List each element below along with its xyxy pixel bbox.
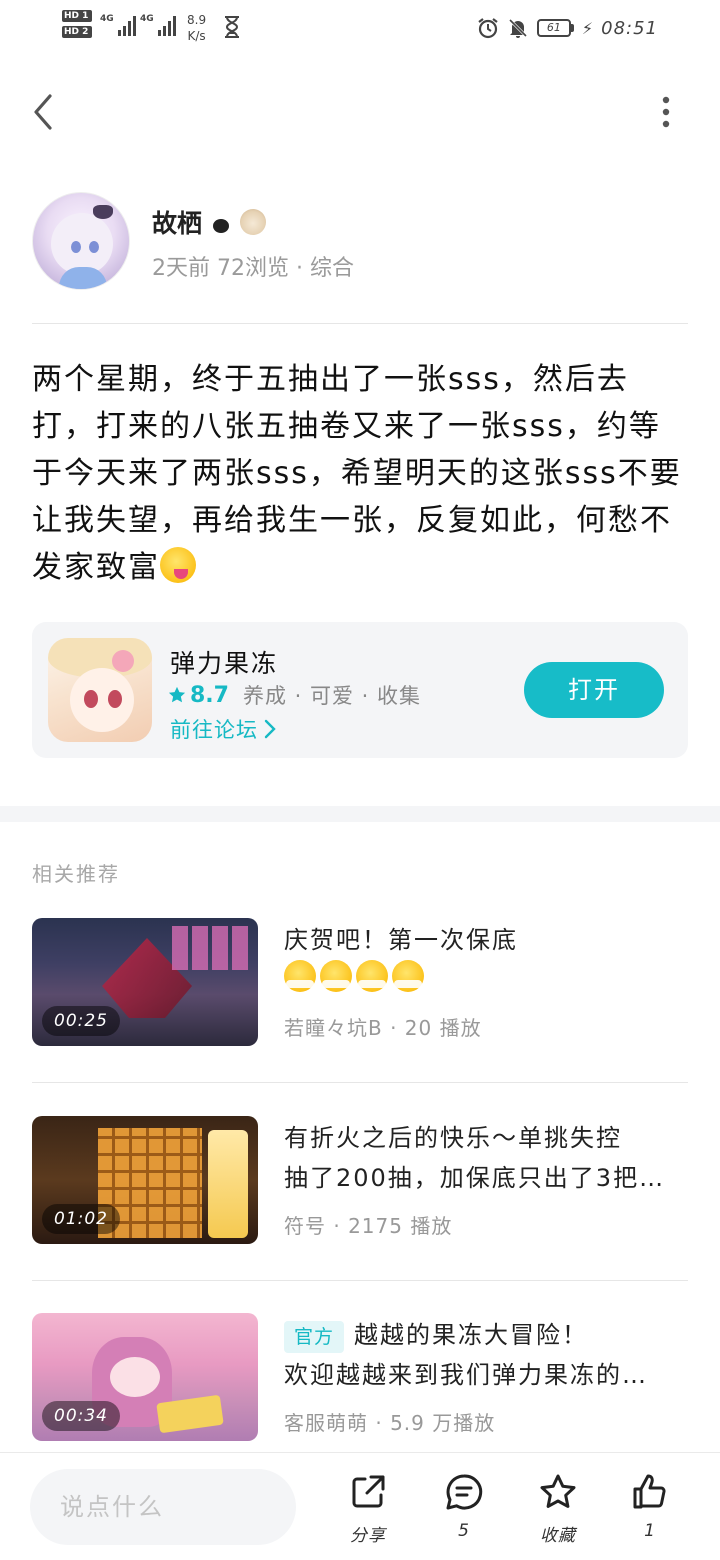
author-name-row[interactable]: 故栖	[152, 204, 267, 240]
hourglass-icon	[225, 16, 239, 38]
steam-face-emoji-icon	[356, 960, 388, 992]
recommendation-item[interactable]: 00:34 官方 越越的果冻大冒险！ 欢迎越越来到我们弹力果冻的… 客服萌萌 · …	[32, 1313, 688, 1441]
video-thumbnail[interactable]: 00:34	[32, 1313, 258, 1441]
video-thumbnail[interactable]: 01:02	[32, 1116, 258, 1244]
game-icon[interactable]	[48, 638, 152, 742]
title-text: 越越的果冻大冒险！	[354, 1321, 589, 1349]
hd2-badge: HD 2	[62, 26, 92, 38]
network-type-2: 4G	[140, 14, 154, 24]
title-line: 庆贺吧！第一次保底	[284, 926, 518, 954]
divider	[32, 1082, 688, 1083]
mute-icon	[508, 18, 527, 38]
favorite-label: 收藏	[540, 1526, 576, 1546]
divider	[32, 1280, 688, 1281]
open-game-button[interactable]: 打开	[524, 662, 664, 718]
like-button[interactable]: 1	[610, 1473, 690, 1553]
comment-icon	[446, 1474, 483, 1510]
recommendation-item[interactable]: 01:02 有折火之后的快乐～单挑失控 抽了200抽，加保底只出了3把… 符号 …	[32, 1116, 688, 1244]
recommendation-meta: 客服萌萌 · 5.9 万播放	[284, 1411, 496, 1435]
author-name: 故栖	[152, 209, 203, 238]
share-icon	[352, 1475, 385, 1508]
battery-level: 61	[536, 19, 571, 37]
hd-indicator: HD 1 HD 2	[62, 10, 94, 42]
game-tags: 养成 · 可爱 · 收集	[242, 684, 422, 708]
battery-icon: 61	[536, 19, 574, 37]
share-button[interactable]: 分享	[328, 1473, 408, 1553]
paw-emoji-icon	[208, 209, 235, 235]
game-card[interactable]: 弹力果冻 8.7 养成 · 可爱 · 收集 前往论坛 打开	[32, 622, 688, 758]
post-text: 两个星期，终于五抽出了一张sss，然后去打，打来的八张五抽卷又来了一张sss，约…	[32, 362, 682, 585]
bottom-action-bar: 分享 5 收藏 1	[0, 1452, 720, 1560]
recommendations-heading: 相关推荐	[32, 862, 120, 886]
comment-button[interactable]: 5	[424, 1473, 504, 1553]
recommendation-title: 官方 越越的果冻大冒险！ 欢迎越越来到我们弹力果冻的…	[284, 1315, 688, 1395]
section-separator	[0, 806, 720, 822]
title-line: 官方 越越的果冻大冒险！	[284, 1315, 688, 1355]
favorite-button[interactable]: 收藏	[518, 1473, 598, 1553]
recommendation-item[interactable]: 00:25 庆贺吧！第一次保底 若瞳々坑B · 20 播放	[32, 918, 688, 1046]
official-badge: 官方	[284, 1321, 345, 1353]
steam-face-emoji-icon	[284, 960, 316, 992]
game-name: 弹力果冻	[170, 649, 279, 678]
video-duration: 01:02	[42, 1204, 120, 1234]
game-score: 8.7	[190, 682, 229, 708]
signal-icon: 4G	[100, 14, 136, 36]
video-thumbnail[interactable]: 00:25	[32, 918, 258, 1046]
speed-unit: K/s	[187, 29, 206, 43]
steam-face-emoji-icon	[392, 960, 424, 992]
recommendation-title: 庆贺吧！第一次保底	[284, 920, 688, 1000]
alarm-icon	[478, 18, 498, 39]
star-icon	[168, 686, 186, 703]
yum-emoji-icon	[160, 547, 196, 583]
forum-link-label: 前往论坛	[170, 718, 258, 742]
back-button[interactable]	[28, 90, 68, 134]
more-vertical-icon	[662, 96, 670, 128]
speed-value: 8.9	[187, 13, 207, 27]
network-type-1: 4G	[100, 14, 114, 24]
status-bar: HD 1 HD 2 4G 4G 8.9 K/s 61 ⚡ 08:51	[0, 0, 720, 56]
charging-icon: ⚡	[581, 18, 594, 38]
post-body: 两个星期，终于五抽出了一张sss，然后去打，打来的八张五抽卷又来了一张sss，约…	[32, 356, 688, 591]
post-meta: 2天前 72浏览 · 综合	[152, 256, 354, 281]
network-speed: 8.9 K/s	[187, 12, 206, 44]
chevron-left-icon	[34, 94, 52, 130]
recommendation-title: 有折火之后的快乐～单挑失控 抽了200抽，加保底只出了3把…	[284, 1118, 688, 1198]
forum-link[interactable]: 前往论坛	[170, 714, 276, 744]
signal-icon: 4G	[140, 14, 176, 36]
recommendation-meta: 若瞳々坑B · 20 播放	[284, 1016, 482, 1040]
video-duration: 00:34	[42, 1401, 120, 1431]
title-line: 有折火之后的快乐～单挑失控	[284, 1124, 622, 1152]
clock: 08:51	[601, 17, 658, 39]
more-options-button[interactable]	[652, 92, 680, 132]
title-emoji-row	[284, 960, 688, 1000]
chevron-right-icon	[264, 719, 276, 739]
comment-input[interactable]	[30, 1469, 296, 1545]
recommendation-meta: 符号 · 2175 播放	[284, 1214, 453, 1238]
steam-face-emoji-icon	[320, 960, 352, 992]
star-outline-icon	[540, 1474, 576, 1508]
thumbs-up-icon	[633, 1474, 666, 1509]
video-duration: 00:25	[42, 1006, 120, 1036]
comment-count: 5	[458, 1521, 470, 1541]
divider	[32, 323, 688, 324]
game-rating: 8.7 养成 · 可爱 · 收集	[168, 680, 421, 710]
puppy-emoji-icon	[240, 209, 267, 235]
title-line: 抽了200抽，加保底只出了3把…	[284, 1164, 666, 1192]
like-count: 1	[644, 1521, 656, 1541]
share-label: 分享	[350, 1526, 386, 1546]
title-line: 欢迎越越来到我们弹力果冻的…	[284, 1361, 648, 1389]
author-avatar[interactable]	[32, 192, 130, 290]
hd1-badge: HD 1	[62, 10, 92, 22]
